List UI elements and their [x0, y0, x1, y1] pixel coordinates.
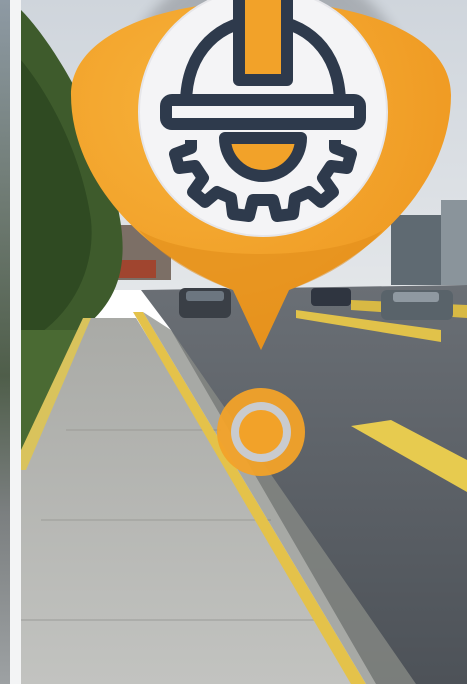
adjacent-photo-strip	[0, 0, 10, 684]
street-photo	[21, 0, 467, 684]
photo-gutter	[10, 0, 21, 684]
target-marker-icon	[217, 388, 305, 476]
street-scene-frame	[0, 0, 467, 684]
